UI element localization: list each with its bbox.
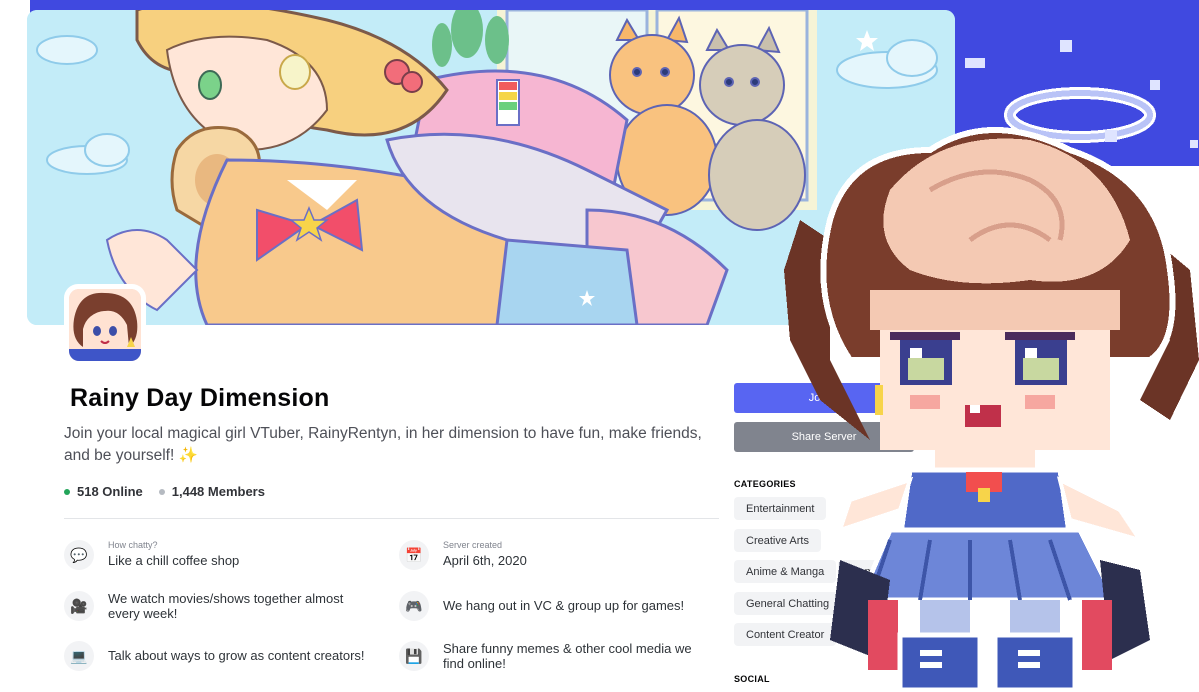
fact-how-chatty: 💬 How chatty? Like a chill coffee shop [64, 540, 374, 570]
fact-memes: 💾 Share funny memes & other cool media w… [399, 641, 709, 671]
fact-label: Server created [443, 540, 503, 550]
calendar-icon: 📅 [399, 540, 429, 570]
fact-value: Talk about ways to grow as content creat… [108, 648, 365, 663]
online-count: 518 Online [64, 484, 143, 499]
fact-server-created: 📅 Server created April 6th, 2020 [399, 540, 709, 570]
server-name: Rainy Day Dimension [70, 384, 330, 412]
fact-content-creators: 💻 Talk about ways to grow as content cre… [64, 641, 374, 671]
fact-label: How chatty? [108, 540, 158, 550]
gamepad-icon: 🎮 [399, 591, 429, 621]
section-divider [64, 518, 719, 519]
server-description-text: Join your local magical girl VTuber, Rai… [64, 425, 702, 464]
server-description: Join your local magical girl VTuber, Rai… [64, 423, 714, 467]
sparkles-icon: ✨ [178, 447, 198, 464]
fact-value: Share funny memes & other cool media we … [443, 641, 692, 671]
social-heading: SOCIAL [734, 674, 770, 684]
online-status-dot [64, 488, 70, 495]
header-left-gap [0, 0, 30, 166]
server-icon [64, 284, 146, 366]
floppy-disk-icon: 💾 [399, 641, 429, 671]
member-status-dot [158, 488, 165, 495]
member-count: 1,448 Members [158, 484, 265, 499]
member-count-text: 1,448 Members [171, 484, 265, 499]
online-count-text: 518 Online [77, 484, 143, 499]
speech-bubble-icon: 💬 [64, 540, 94, 570]
fact-movies: 🎥 We watch movies/shows together almost … [64, 591, 374, 621]
fact-value: We watch movies/shows together almost ev… [108, 591, 344, 621]
pixel-art-character [770, 40, 1199, 692]
fact-value: We hang out in VC & group up for games! [443, 598, 685, 613]
laptop-icon: 💻 [64, 641, 94, 671]
movie-camera-icon: 🎥 [64, 591, 94, 621]
fact-games: 🎮 We hang out in VC & group up for games… [399, 591, 709, 621]
fact-value: April 6th, 2020 [443, 553, 527, 568]
member-counts: 518 Online 1,448 Members [64, 484, 281, 499]
fact-value: Like a chill coffee shop [108, 553, 240, 568]
